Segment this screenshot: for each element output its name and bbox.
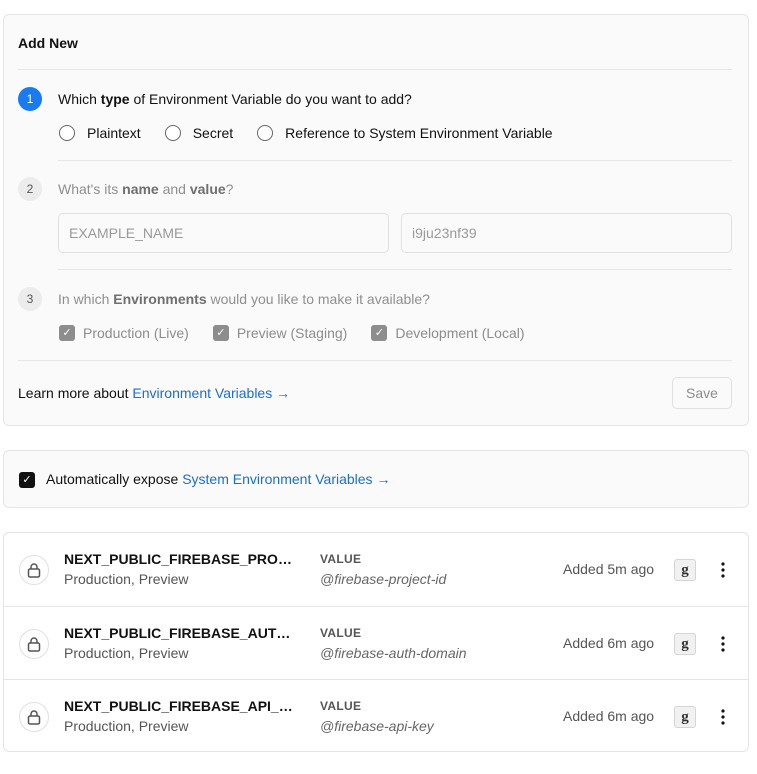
added-time: Added 6m ago: [563, 708, 655, 724]
radio-circle-icon[interactable]: [257, 125, 274, 141]
checkbox-production[interactable]: ✓ Production (Live): [59, 325, 189, 341]
environment-checkbox-group: ✓ Production (Live) ✓ Preview (Staging) …: [59, 325, 549, 341]
radio-circle-icon[interactable]: [164, 125, 181, 141]
checkbox-development[interactable]: ✓ Development (Local): [371, 325, 525, 341]
type-radio-group: Plaintext Secret Reference to System Env…: [59, 125, 577, 141]
env-var-value: @firebase-api-key: [320, 718, 434, 734]
env-var-name: NEXT_PUBLIC_FIREBASE_API_KEY: [64, 698, 299, 714]
value-input[interactable]: [401, 213, 732, 253]
value-label: VALUE: [320, 626, 362, 640]
value-label: VALUE: [320, 699, 362, 713]
env-var-targets: Production, Preview: [64, 571, 189, 587]
auto-expose-checkbox[interactable]: ✓: [19, 472, 35, 488]
avatar: g: [674, 559, 696, 581]
env-var-targets: Production, Preview: [64, 718, 189, 734]
save-button[interactable]: Save: [672, 377, 732, 409]
added-time: Added 5m ago: [563, 561, 655, 577]
more-vertical-icon[interactable]: [712, 557, 734, 583]
divider: [18, 360, 732, 361]
checkmark-icon[interactable]: ✓: [212, 325, 229, 341]
lock-icon: [19, 555, 49, 585]
env-var-value: @firebase-project-id: [320, 571, 447, 587]
radio-secret[interactable]: Secret: [164, 125, 233, 141]
env-var-name: NEXT_PUBLIC_FIREBASE_AUTH_…: [64, 625, 299, 641]
env-var-row: NEXT_PUBLIC_FIREBASE_AUTH_… Production, …: [4, 606, 748, 679]
env-var-targets: Production, Preview: [64, 645, 189, 661]
avatar: g: [674, 706, 696, 728]
name-input[interactable]: [58, 213, 389, 253]
radio-circle-icon[interactable]: [59, 125, 75, 141]
step-2-badge: 2: [18, 177, 42, 201]
env-var-name: NEXT_PUBLIC_FIREBASE_PROJE…: [64, 551, 299, 567]
add-new-card: Add New 1 Which type of Environment Vari…: [3, 14, 749, 426]
env-var-row: NEXT_PUBLIC_FIREBASE_API_KEY Production,…: [4, 679, 748, 752]
more-vertical-icon[interactable]: [712, 704, 734, 730]
radio-plaintext[interactable]: Plaintext: [59, 125, 141, 141]
learn-more-text: Learn more about Environment Variables →: [18, 385, 291, 401]
env-var-row: NEXT_PUBLIC_FIREBASE_PROJE… Production, …: [4, 533, 748, 606]
divider: [58, 160, 732, 161]
auto-expose-label: Automatically expose System Environment …: [46, 471, 391, 487]
checkmark-icon[interactable]: ✓: [59, 325, 75, 341]
radio-reference-system-env[interactable]: Reference to System Environment Variable: [257, 125, 553, 141]
lock-icon: [19, 702, 49, 732]
avatar: g: [674, 633, 696, 655]
system-env-variables-link[interactable]: System Environment Variables →: [182, 471, 390, 487]
step-3-badge: 3: [18, 287, 42, 311]
step-1-question: Which type of Environment Variable do yo…: [58, 91, 412, 107]
divider: [18, 69, 732, 70]
value-label: VALUE: [320, 552, 362, 566]
step-1-badge: 1: [18, 87, 42, 111]
checkmark-icon[interactable]: ✓: [371, 325, 388, 341]
add-new-title: Add New: [18, 35, 78, 51]
added-time: Added 6m ago: [563, 635, 655, 651]
checkbox-preview[interactable]: ✓ Preview (Staging): [212, 325, 347, 341]
step-3-question: In which Environments would you like to …: [58, 291, 430, 307]
env-var-list: NEXT_PUBLIC_FIREBASE_PROJE… Production, …: [3, 532, 749, 752]
step-2-question: What's its name and value?: [58, 181, 234, 197]
auto-expose-card: ✓ Automatically expose System Environmen…: [3, 450, 749, 508]
divider: [58, 269, 732, 270]
environment-variables-link[interactable]: Environment Variables →: [132, 385, 290, 401]
more-vertical-icon[interactable]: [712, 631, 734, 657]
lock-icon: [19, 629, 49, 659]
env-var-value: @firebase-auth-domain: [320, 645, 467, 661]
